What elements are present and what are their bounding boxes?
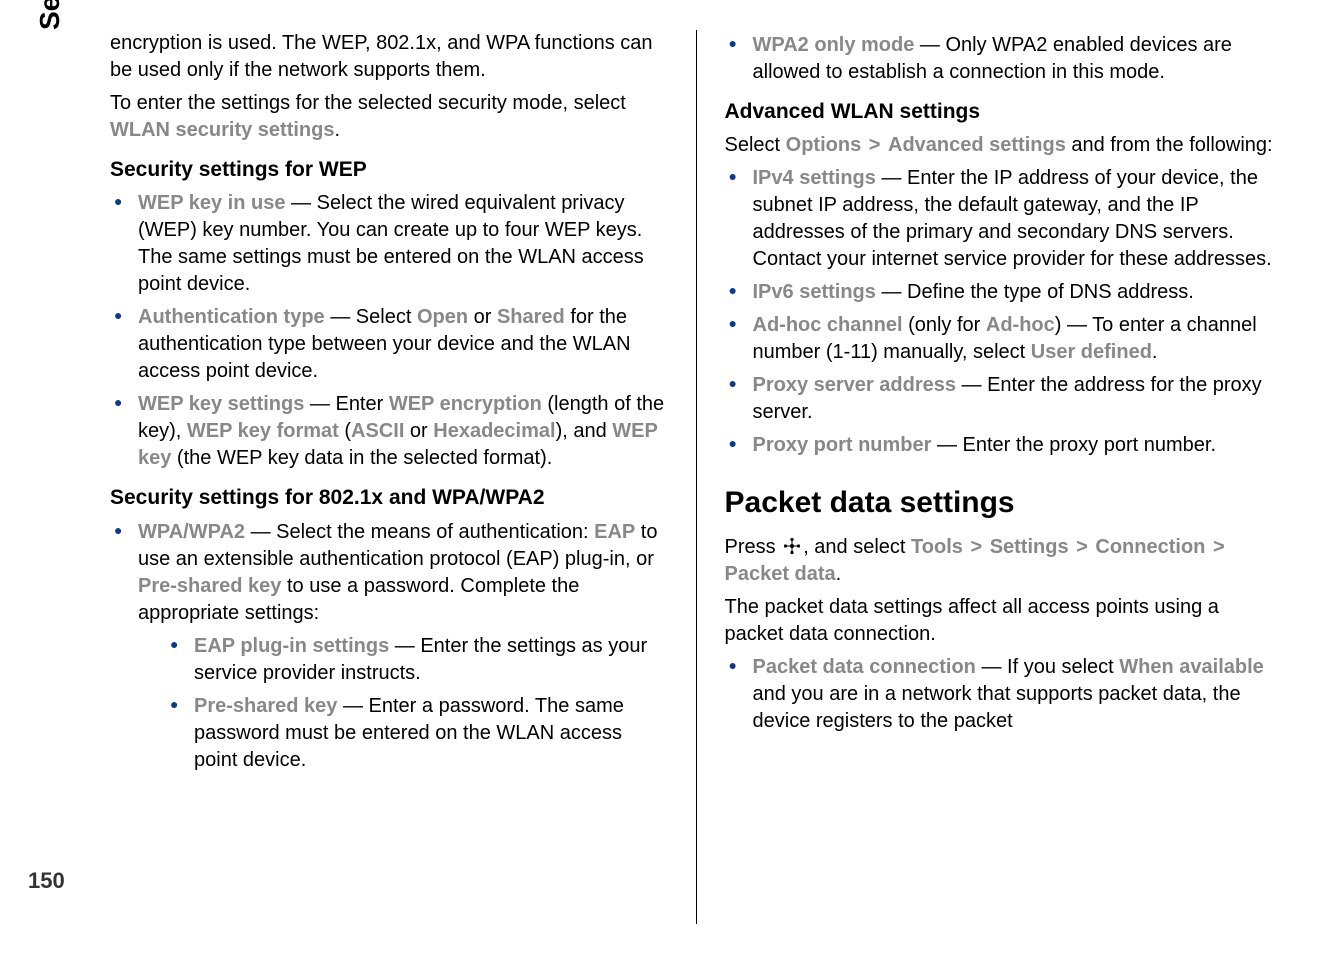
body-text: encryption is used. The WEP, 802.1x, and…	[110, 30, 668, 84]
ui-option-settings: Settings	[990, 536, 1069, 558]
sublist: EAP plug-in settings — Enter the setting…	[166, 633, 668, 774]
list-item: WEP key settings — Enter WEP encryption …	[110, 391, 668, 472]
ui-option-proxy-server-address: Proxy server address	[753, 374, 956, 396]
ui-option-pre-shared-key: Pre-shared key	[194, 695, 337, 717]
list-item: Authentication type — Select Open or Sha…	[110, 304, 668, 385]
column-left: encryption is used. The WEP, 802.1x, and…	[110, 30, 696, 924]
list-item: Packet data connection — If you select W…	[725, 654, 1283, 735]
ui-option-hexadecimal: Hexadecimal	[433, 420, 555, 442]
ui-option-pre-shared-key: Pre-shared key	[138, 575, 281, 597]
list-item: IPv4 settings — Enter the IP address of …	[725, 165, 1283, 273]
text: , and select	[803, 536, 911, 558]
list-item: Proxy server address — Enter the address…	[725, 372, 1283, 426]
body-text: The packet data settings affect all acce…	[725, 594, 1283, 648]
text: .	[836, 563, 842, 585]
text: To enter the settings for the selected s…	[110, 92, 626, 114]
sidebar: Settings 150	[0, 0, 90, 954]
ui-option-adhoc-channel: Ad-hoc channel	[753, 314, 903, 336]
list: Packet data connection — If you select W…	[725, 654, 1283, 735]
text: The packet data settings affect all acce…	[725, 596, 1219, 645]
list-item: Ad-hoc channel (only for Ad-hoc) — To en…	[725, 312, 1283, 366]
heading-security-wep: Security settings for WEP	[110, 156, 668, 184]
page-number: 150	[28, 868, 65, 894]
ui-option-wep-key-settings: WEP key settings	[138, 393, 304, 415]
menu-key-icon	[783, 536, 801, 554]
text: — Enter	[304, 393, 388, 415]
ui-option-packet-data-connection: Packet data connection	[753, 656, 976, 678]
text: Press	[725, 536, 782, 558]
ui-option-connection: Connection	[1095, 536, 1205, 558]
section-tab: Settings	[34, 0, 66, 30]
ui-option-open: Open	[417, 306, 468, 328]
ui-option-eap: EAP	[594, 521, 635, 543]
list-item: IPv6 settings — Define the type of DNS a…	[725, 279, 1283, 306]
text: — Enter the proxy port number.	[931, 434, 1216, 456]
ui-option-wep-key-in-use: WEP key in use	[138, 192, 285, 214]
body-text: To enter the settings for the selected s…	[110, 90, 668, 144]
ui-option-eap-plugin-settings: EAP plug-in settings	[194, 635, 389, 657]
chevron-right-icon: >	[963, 536, 990, 558]
text: or	[404, 420, 433, 442]
ui-option-when-available: When available	[1119, 656, 1264, 678]
heading-advanced-wlan: Advanced WLAN settings	[725, 98, 1283, 126]
ui-option-user-defined: User defined	[1031, 341, 1152, 363]
ui-option-advanced-settings: Advanced settings	[888, 134, 1066, 156]
heading-packet-data-settings: Packet data settings	[725, 483, 1283, 524]
text: — Select the means of authentication:	[245, 521, 594, 543]
heading-security-8021x-wpa: Security settings for 802.1x and WPA/WPA…	[110, 484, 668, 512]
ui-option-shared: Shared	[497, 306, 565, 328]
text: — Select	[325, 306, 417, 328]
text: — If you select	[976, 656, 1119, 678]
text: and from the following:	[1066, 134, 1273, 156]
page: Settings 150 encryption is used. The WEP…	[0, 0, 1322, 954]
column-right: WPA2 only mode — Only WPA2 enabled devic…	[696, 30, 1283, 924]
list: IPv4 settings — Enter the IP address of …	[725, 165, 1283, 459]
text: .	[334, 119, 340, 141]
text: ), and	[556, 420, 613, 442]
text: Select	[725, 134, 786, 156]
content-columns: encryption is used. The WEP, 802.1x, and…	[90, 0, 1322, 954]
list-item: EAP plug-in settings — Enter the setting…	[166, 633, 668, 687]
text: encryption is used. The WEP, 802.1x, and…	[110, 32, 653, 81]
ui-option-wep-encryption: WEP encryption	[389, 393, 542, 415]
text: (only for	[903, 314, 986, 336]
ui-option-options: Options	[786, 134, 862, 156]
chevron-right-icon: >	[861, 134, 888, 156]
list-item: Proxy port number — Enter the proxy port…	[725, 432, 1283, 459]
ui-option-proxy-port-number: Proxy port number	[753, 434, 932, 456]
ui-option-wpa-wpa2: WPA/WPA2	[138, 521, 245, 543]
ui-option-wlan-security-settings: WLAN security settings	[110, 119, 334, 141]
ui-option-packet-data: Packet data	[725, 563, 836, 585]
ui-option-authentication-type: Authentication type	[138, 306, 325, 328]
ui-option-adhoc: Ad-hoc	[986, 314, 1055, 336]
chevron-right-icon: >	[1205, 536, 1226, 558]
list: WEP key in use — Select the wired equiva…	[110, 190, 668, 472]
text: and you are in a network that supports p…	[753, 683, 1241, 732]
text: (	[339, 420, 351, 442]
ui-option-ipv4-settings: IPv4 settings	[753, 167, 876, 189]
chevron-right-icon: >	[1069, 536, 1096, 558]
ui-option-wpa2-only-mode: WPA2 only mode	[753, 34, 915, 56]
body-text: Press , and select Tools > Settings > Co…	[725, 534, 1283, 588]
ui-option-ascii: ASCII	[351, 420, 404, 442]
text: or	[468, 306, 497, 328]
ui-option-wep-key-format: WEP key format	[187, 420, 339, 442]
list: WPA/WPA2 — Select the means of authentic…	[110, 519, 668, 774]
list: WPA2 only mode — Only WPA2 enabled devic…	[725, 32, 1283, 86]
list-item: WPA2 only mode — Only WPA2 enabled devic…	[725, 32, 1283, 86]
text: (the WEP key data in the selected format…	[171, 447, 552, 469]
list-item: WPA/WPA2 — Select the means of authentic…	[110, 519, 668, 774]
ui-option-tools: Tools	[911, 536, 963, 558]
body-text: Select Options > Advanced settings and f…	[725, 132, 1283, 159]
text: .	[1152, 341, 1158, 363]
text: — Define the type of DNS address.	[876, 281, 1194, 303]
list-item: WEP key in use — Select the wired equiva…	[110, 190, 668, 298]
ui-option-ipv6-settings: IPv6 settings	[753, 281, 876, 303]
list-item: Pre-shared key — Enter a password. The s…	[166, 693, 668, 774]
